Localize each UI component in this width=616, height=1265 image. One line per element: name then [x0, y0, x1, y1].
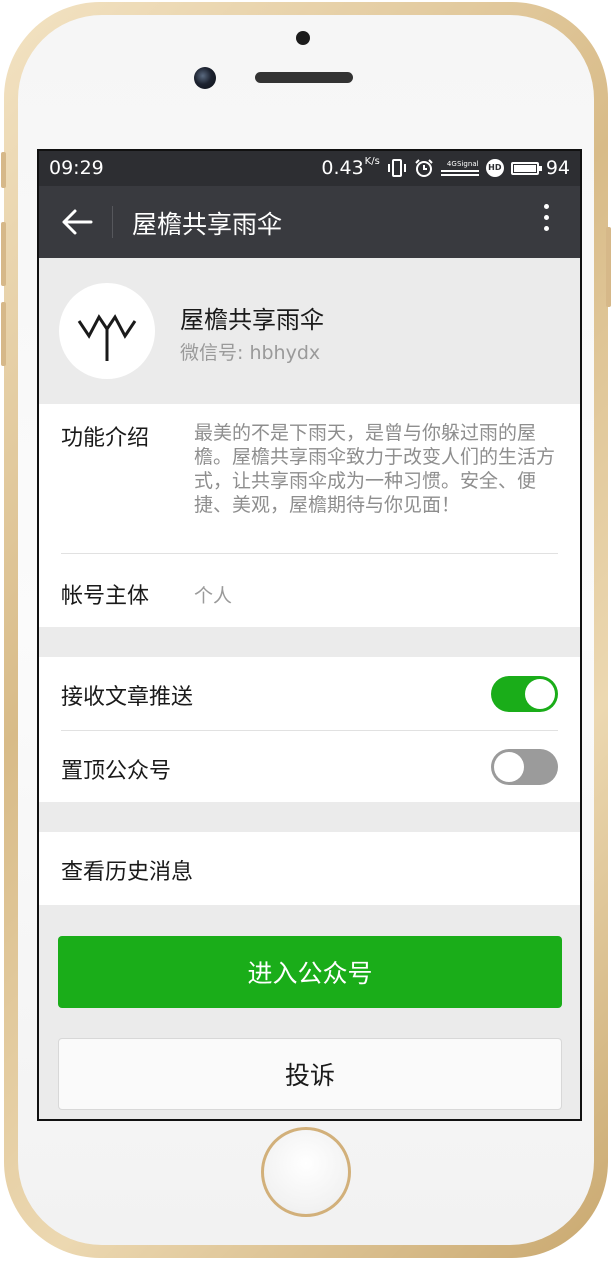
- subject-value: 个人: [194, 585, 233, 607]
- intro-text: 最美的不是下雨天，是曾与你躲过雨的屋檐。屋檐共享雨伞致力于改变人们的生活方式，让…: [194, 422, 556, 516]
- network-type-label: 4G: [446, 160, 457, 168]
- side-button: [1, 222, 6, 286]
- side-button: [606, 227, 611, 307]
- network-speed: 0.43K/s: [321, 156, 380, 180]
- front-camera: [194, 67, 216, 89]
- hd-voice-icon: HD: [485, 159, 504, 177]
- earpiece-speaker: [255, 72, 353, 83]
- history-messages-row[interactable]: 查看历史消息: [39, 832, 580, 905]
- pin-account-toggle[interactable]: [491, 749, 558, 785]
- account-profile-header: 屋檐共享雨伞 微信号: hbhydx: [39, 258, 580, 404]
- pin-account-label: 置顶公众号: [61, 759, 172, 784]
- proximity-sensor: [296, 31, 310, 45]
- signal-label: Signal: [457, 160, 479, 168]
- network-speed-value: 0.43: [321, 157, 364, 179]
- title-bar: 屋檐共享雨伞: [39, 186, 580, 258]
- battery-icon: [510, 161, 542, 175]
- page-title: 屋檐共享雨伞: [132, 210, 283, 239]
- toggle-knob: [525, 679, 555, 709]
- title-divider: [112, 206, 113, 238]
- history-messages-label: 查看历史消息: [61, 860, 194, 885]
- divider: [61, 553, 558, 554]
- battery-level: 94: [545, 157, 570, 179]
- side-button: [1, 302, 6, 366]
- status-time: 09:29: [49, 157, 104, 179]
- account-info-card: 功能介绍 最美的不是下雨天，是曾与你躲过雨的屋檐。屋檐共享雨伞致力于改变人们的生…: [39, 404, 580, 627]
- alarm-clock-icon: [415, 159, 433, 177]
- account-avatar[interactable]: [59, 283, 155, 379]
- enter-account-button[interactable]: 进入公众号: [58, 936, 562, 1008]
- account-name: 屋檐共享雨伞: [180, 306, 324, 334]
- intro-label: 功能介绍: [61, 426, 150, 451]
- more-options-icon[interactable]: [540, 204, 552, 240]
- network-speed-unit: K/s: [364, 156, 380, 167]
- signal-strength-icon: 4G Signal: [440, 160, 479, 176]
- divider: [61, 730, 558, 731]
- status-bar: 09:29 0.43K/s 4G Signal HD 94: [39, 151, 580, 186]
- side-button: [1, 152, 6, 188]
- app-screen: 09:29 0.43K/s 4G Signal HD 94 屋檐共享雨伞 屋檐共…: [37, 149, 582, 1121]
- status-icons: 0.43K/s 4G Signal HD 94: [321, 156, 570, 180]
- wechat-id: 微信号: hbhydx: [180, 342, 321, 364]
- settings-card: 接收文章推送 置顶公众号: [39, 657, 580, 802]
- subject-label: 帐号主体: [61, 584, 150, 609]
- back-arrow-icon[interactable]: [59, 206, 95, 238]
- home-button[interactable]: [261, 1127, 351, 1217]
- toggle-knob: [494, 752, 524, 782]
- complain-button[interactable]: 投诉: [58, 1038, 562, 1110]
- umbrella-logo-icon: [77, 314, 137, 361]
- vibrate-icon: [387, 159, 406, 177]
- receive-push-toggle[interactable]: [491, 676, 558, 712]
- receive-push-label: 接收文章推送: [61, 685, 194, 710]
